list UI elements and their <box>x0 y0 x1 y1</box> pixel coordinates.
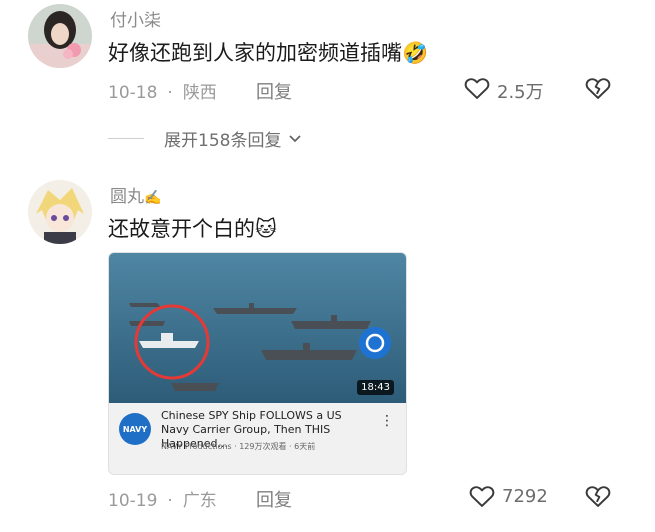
channel-logo[interactable]: NAVY <box>119 413 151 445</box>
like-count: 2.5万 <box>497 82 544 103</box>
reply-button[interactable]: 回复 <box>256 78 292 104</box>
writing-hand-icon: ✍️ <box>144 190 162 206</box>
avatar[interactable] <box>28 180 92 244</box>
comment-text-body: 还故意开个白的 <box>108 217 255 241</box>
comment-text-body: 好像还跑到人家的加密频道插嘴 <box>108 41 402 65</box>
more-options-icon[interactable]: ⋮ <box>380 413 394 429</box>
laughing-emoji-icon: 🤣 <box>402 41 429 65</box>
meta-separator: · <box>167 491 173 511</box>
heart-outline-icon[interactable] <box>468 482 496 510</box>
comment-username[interactable]: 付小柒 <box>110 6 161 31</box>
video-info[interactable]: NAVY Chinese SPY Ship FOLLOWS a US Navy … <box>109 403 406 474</box>
broken-heart-icon[interactable] <box>584 74 612 102</box>
comment-text: 还故意开个白的🐱 <box>108 213 277 243</box>
comment-meta: 10-18 · 陕西 <box>108 78 217 103</box>
comment-date: 10-19 <box>108 491 158 511</box>
reply-button[interactable]: 回复 <box>256 486 292 512</box>
comment-location: 陕西 <box>182 83 217 103</box>
expand-replies-label: 展开158条回复 <box>164 131 282 151</box>
expand-replies[interactable]: 展开158条回复 <box>108 126 303 151</box>
comment-location: 广东 <box>182 491 217 511</box>
video-card[interactable]: 18:43 NAVY Chinese SPY Ship FOLLOWS a US… <box>108 252 407 475</box>
cat-emoji-icon: 🐱 <box>255 217 277 241</box>
video-subtitle: NAVY Productions · 129万次观看 · 6天前 <box>161 442 316 451</box>
comment-meta: 10-19 · 广东 <box>108 486 217 511</box>
comment-text: 好像还跑到人家的加密频道插嘴🤣 <box>108 37 428 67</box>
heart-outline-icon[interactable] <box>463 74 491 102</box>
video-thumbnail[interactable]: 18:43 <box>109 253 406 403</box>
broken-heart-icon[interactable] <box>584 482 612 510</box>
like-count: 7292 <box>502 486 548 507</box>
meta-separator: · <box>167 83 173 103</box>
video-duration: 18:43 <box>357 380 394 395</box>
chevron-down-icon <box>289 134 302 142</box>
avatar[interactable] <box>28 4 92 68</box>
comment-username-text: 圆丸 <box>110 187 144 207</box>
divider <box>108 138 144 139</box>
comment-username[interactable]: 圆丸✍️ <box>110 182 161 207</box>
comment-date: 10-18 <box>108 83 158 103</box>
